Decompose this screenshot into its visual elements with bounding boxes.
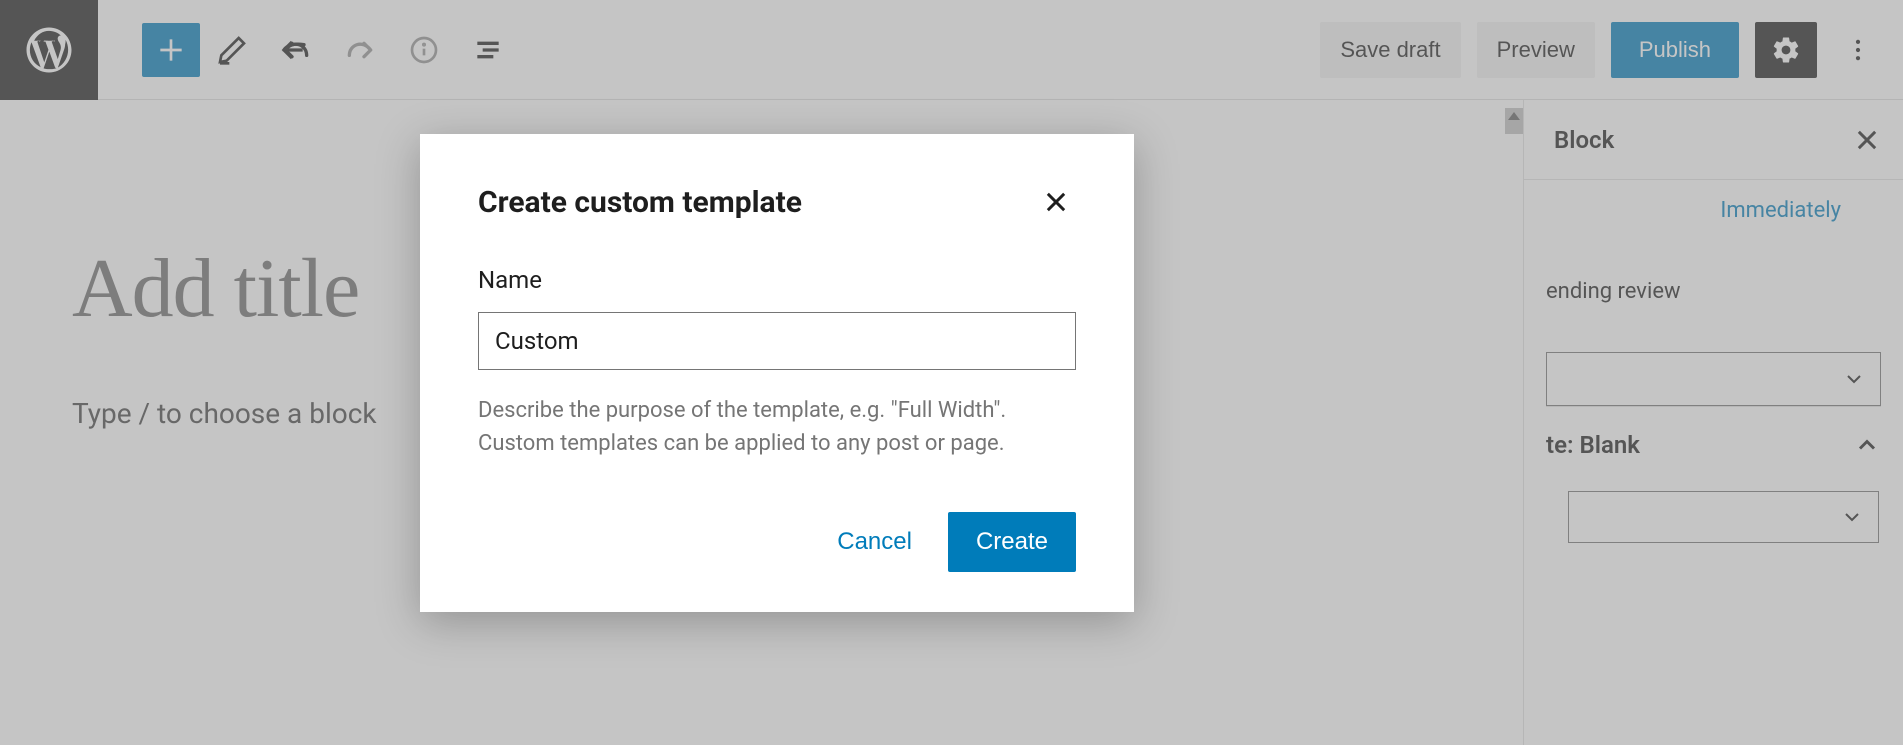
create-button[interactable]: Create (948, 512, 1076, 572)
cancel-button[interactable]: Cancel (829, 514, 920, 570)
modal-help-text: Describe the purpose of the template, e.… (478, 394, 1076, 460)
create-template-modal: Create custom template Name Describe the… (420, 134, 1134, 612)
modal-title: Create custom template (478, 185, 802, 220)
name-field-label: Name (478, 266, 1076, 294)
modal-close-button[interactable] (1036, 182, 1076, 222)
close-icon (1042, 188, 1070, 216)
name-input[interactable] (478, 312, 1076, 370)
